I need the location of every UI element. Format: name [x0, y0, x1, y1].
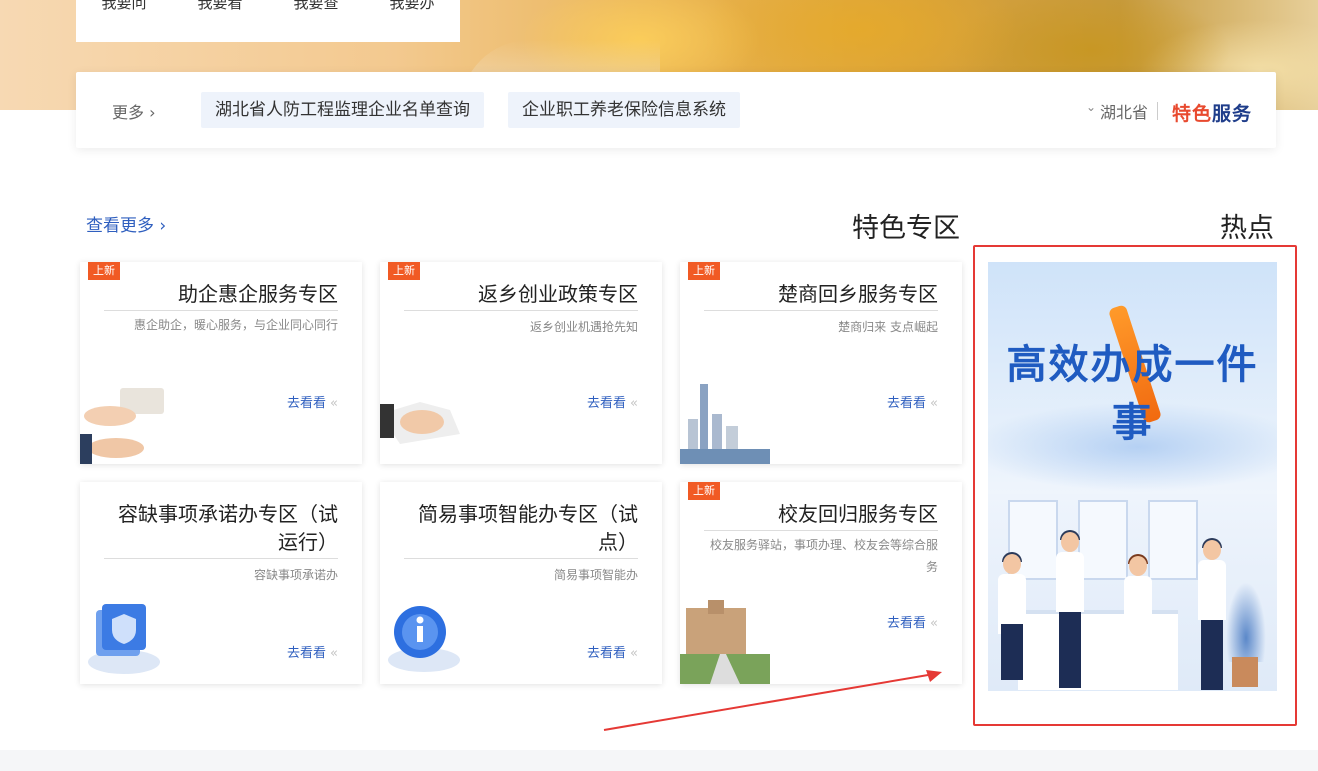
card-title: 楚商回乡服务专区: [704, 280, 938, 311]
card-title: 校友回归服务专区: [704, 500, 938, 531]
card-desc: 校友服务驿站，事项办理、校友会等综合服务: [709, 538, 938, 574]
go-label: 去看看: [587, 646, 627, 661]
enterprise-hands-illustration: [80, 374, 170, 464]
shield-document-icon: [80, 594, 170, 684]
brand-prefix: 特色: [1171, 103, 1212, 125]
banner-headline: 高效办成一件事: [1006, 342, 1259, 446]
card-desc: 返乡创业机遇抢先知: [529, 320, 638, 334]
card-alumni-return[interactable]: 上新 校友回归服务专区 校友服务驿站，事项办理、校友会等综合服务 去看看 «: [680, 482, 962, 684]
card-desc: 简易事项智能办: [553, 568, 638, 582]
plant-illustration: [1226, 582, 1266, 662]
chevron-down-icon: ⌄: [1085, 100, 1096, 114]
service-chip-pension[interactable]: 企业职工养老保险信息系统: [508, 92, 740, 128]
card-go-link[interactable]: 去看看 «: [287, 642, 338, 661]
card-title: 容缺事项承诺办专区（试运行）: [104, 500, 338, 559]
see-more-link[interactable]: 查看更多 ›: [86, 211, 166, 236]
card-desc: 楚商归来 支点崛起: [838, 320, 938, 334]
go-label: 去看看: [887, 616, 927, 631]
chevrons-icon: «: [330, 396, 338, 411]
card-title: 返乡创业政策专区: [404, 280, 638, 311]
quick-tab-2[interactable]: 我要看: [197, 0, 242, 13]
card-enterprise-support[interactable]: 上新 助企惠企服务专区 惠企助企，暖心服务，与企业同心同行 去看看 «: [80, 262, 362, 464]
go-label: 去看看: [887, 396, 927, 411]
office-window: [1148, 500, 1198, 580]
service-more-link[interactable]: 更多 ›: [112, 99, 156, 123]
chevrons-icon: «: [930, 616, 938, 631]
card-desc: 惠企助企，暖心服务，与企业同心同行: [133, 318, 338, 332]
card-go-link[interactable]: 去看看 «: [587, 642, 638, 661]
card-go-link[interactable]: 去看看 «: [887, 612, 938, 631]
chevrons-icon: «: [330, 646, 338, 661]
office-window: [1078, 500, 1128, 580]
feature-section-title: 特色专区: [852, 213, 960, 244]
card-go-link[interactable]: 去看看 «: [887, 392, 938, 411]
card-merchant-return[interactable]: 上新 楚商回乡服务专区 楚商归来 支点崛起 去看看 «: [680, 262, 962, 464]
chevrons-icon: «: [630, 646, 638, 661]
card-smart-simple[interactable]: 简易事项智能办专区（试点） 简易事项智能办 去看看 «: [380, 482, 662, 684]
go-label: 去看看: [287, 396, 327, 411]
office-desk: [1018, 610, 1178, 690]
city-skyline-illustration: [680, 374, 770, 464]
brand-divider: [1157, 102, 1158, 120]
card-title: 简易事项智能办专区（试点）: [404, 500, 638, 559]
handshake-illustration: [380, 374, 470, 464]
quick-tab-4[interactable]: 我要办: [389, 0, 434, 13]
go-label: 去看看: [287, 646, 327, 661]
service-chip-civil-defense[interactable]: 湖北省人防工程监理企业名单查询: [201, 92, 484, 128]
card-go-link[interactable]: 去看看 «: [587, 392, 638, 411]
card-go-link[interactable]: 去看看 «: [287, 392, 338, 411]
hot-section-title: 热点: [1220, 213, 1274, 244]
quick-tabs-card: 我要问 我要看 我要查 我要办: [76, 0, 460, 42]
card-commitment-handling[interactable]: 容缺事项承诺办专区（试运行） 容缺事项承诺办 去看看 «: [80, 482, 362, 684]
info-shield-icon: [380, 594, 470, 684]
card-desc: 容缺事项承诺办: [253, 568, 338, 582]
annotation-arrow-icon: [603, 670, 942, 731]
region-select[interactable]: 湖北省: [1100, 99, 1148, 123]
go-label: 去看看: [587, 396, 627, 411]
chevrons-icon: «: [630, 396, 638, 411]
quick-tab-1[interactable]: 我要问: [101, 0, 146, 13]
quick-tab-3[interactable]: 我要查: [293, 0, 338, 13]
hot-banner-efficient-service[interactable]: 高效办成一件事: [988, 262, 1277, 691]
featured-service-bar: 特色服务 湖北省 ⌄ 企业职工养老保险信息系统 湖北省人防工程监理企业名单查询 …: [76, 72, 1276, 148]
new-badge: 上新: [688, 482, 720, 500]
plant-pot: [1232, 657, 1258, 687]
card-title: 助企惠企服务专区: [104, 280, 338, 311]
new-badge: 上新: [688, 262, 720, 280]
new-badge: 上新: [388, 262, 420, 280]
card-return-entrepreneur[interactable]: 上新 返乡创业政策专区 返乡创业机遇抢先知 去看看 «: [380, 262, 662, 464]
brand-suffix: 服务: [1211, 103, 1252, 125]
chevrons-icon: «: [930, 396, 938, 411]
page: 我要问 我要看 我要查 我要办 特色服务 湖北省 ⌄ 企业职工养老保险信息系统 …: [0, 0, 1318, 771]
new-badge: 上新: [88, 262, 120, 280]
service-brand: 特色服务: [1172, 99, 1252, 126]
footer-strip: [0, 750, 1318, 771]
